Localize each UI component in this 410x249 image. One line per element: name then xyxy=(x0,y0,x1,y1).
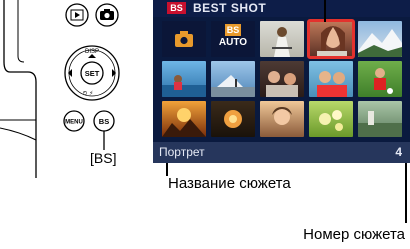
scene-tile-6[interactable] xyxy=(211,61,255,97)
auto-label: AUTO xyxy=(218,37,248,48)
lcd-header: BS BEST SHOT xyxy=(153,0,410,17)
set-label: SET xyxy=(85,69,100,78)
scene-tile-11[interactable] xyxy=(211,101,255,137)
svg-text:⏲ ⚡: ⏲ ⚡ xyxy=(83,90,94,97)
scene-tile-10[interactable] xyxy=(162,101,206,137)
disp-label: DISP xyxy=(85,49,99,55)
scene-tile-mountain[interactable] xyxy=(358,21,402,57)
scene-tile-auto[interactable]: BS AUTO xyxy=(211,21,255,57)
scene-tile-14[interactable] xyxy=(358,101,402,137)
camera-icon xyxy=(175,31,193,47)
scene-tile-2[interactable] xyxy=(260,21,304,57)
lcd-footer: Портрет 4 xyxy=(153,142,410,163)
portrait-callout-line xyxy=(324,0,326,22)
bs-mode-badge: BS xyxy=(167,2,186,14)
bs-button-caption: [BS] xyxy=(90,150,117,166)
set-button[interactable]: SET xyxy=(80,61,104,85)
scene-tile-7[interactable] xyxy=(260,61,304,97)
play-button[interactable] xyxy=(65,3,89,27)
camera-back-illustration: DISP ⏲ ⚡ SET MENU BS xyxy=(0,0,120,178)
scene-number-callout-line xyxy=(405,163,407,223)
scene-tile-portrait-selected[interactable] xyxy=(307,19,355,59)
record-button[interactable] xyxy=(95,3,119,27)
bs-key-label: BS xyxy=(99,117,109,126)
auto-bs-badge: BS xyxy=(225,24,241,36)
menu-button[interactable]: MENU xyxy=(63,110,85,132)
scene-number-caption: Номер сюжета xyxy=(303,226,405,243)
scene-tile-9[interactable] xyxy=(358,61,402,97)
lcd-title: BEST SHOT xyxy=(193,1,267,15)
scene-tile-5[interactable] xyxy=(162,61,206,97)
selected-scene-name: Портрет xyxy=(159,145,205,159)
selected-scene-number: 4 xyxy=(395,145,402,159)
scene-tile-camera[interactable] xyxy=(162,21,206,57)
scene-tile-13[interactable] xyxy=(309,101,353,137)
menu-label: MENU xyxy=(65,120,83,126)
lcd-screen: BS BEST SHOT BS AUTO Портрет 4 xyxy=(153,0,410,163)
bs-button[interactable]: BS xyxy=(93,110,115,132)
scene-tile-8[interactable] xyxy=(309,61,353,97)
scene-tile-12[interactable] xyxy=(260,101,304,137)
scene-name-caption: Название сюжета xyxy=(168,175,291,192)
